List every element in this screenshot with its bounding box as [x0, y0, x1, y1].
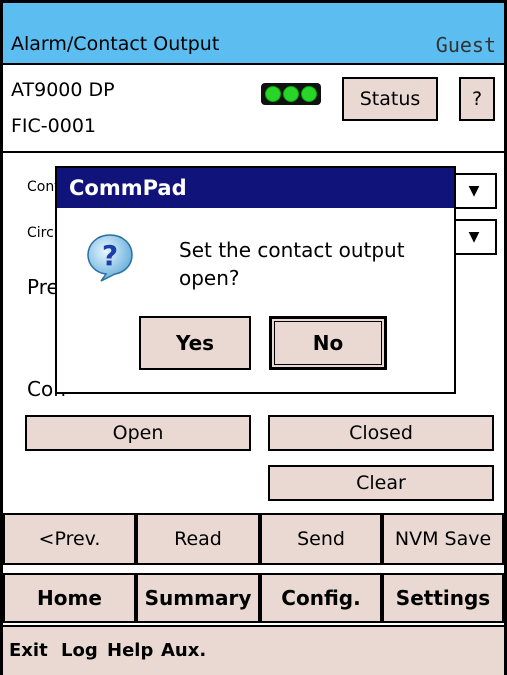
- device-tag: FIC-0001: [11, 115, 97, 137]
- svg-text:?: ?: [102, 239, 118, 272]
- closed-button[interactable]: Closed: [268, 415, 494, 451]
- clear-button[interactable]: Clear: [268, 465, 494, 501]
- dialog-message: Set the contact output open?: [179, 236, 405, 292]
- tab-config[interactable]: Config.: [260, 573, 382, 623]
- tab-settings[interactable]: Settings: [382, 573, 504, 623]
- menu-aux[interactable]: Aux.: [161, 640, 206, 661]
- action-bar: <Prev. Read Send NVM Save: [3, 513, 504, 565]
- help-button[interactable]: ?: [459, 77, 495, 121]
- device-header: AT9000 DP FIC-0001 Status ?: [3, 65, 504, 153]
- menu-bar: Exit Log Help Aux.: [3, 625, 504, 675]
- status-button[interactable]: Status: [342, 77, 438, 121]
- menu-exit[interactable]: Exit: [9, 640, 48, 661]
- dialog-title: CommPad: [57, 168, 454, 208]
- no-button[interactable]: No: [269, 316, 387, 370]
- menu-help[interactable]: Help: [107, 640, 153, 661]
- circuit-dropdown[interactable]: ▼: [451, 219, 497, 255]
- device-model: AT9000 DP: [11, 79, 115, 101]
- contact-dropdown[interactable]: ▼: [451, 173, 497, 209]
- tab-home[interactable]: Home: [3, 573, 136, 623]
- confirm-dialog: CommPad ? Set the contact output open? Y…: [55, 166, 456, 394]
- prev-button[interactable]: <Prev.: [3, 513, 136, 565]
- user-label: Guest: [435, 33, 496, 57]
- chevron-down-icon: ▼: [468, 183, 480, 199]
- question-icon: ?: [87, 234, 133, 282]
- menu-log[interactable]: Log: [61, 640, 98, 661]
- tab-bar: Home Summary Config. Settings: [3, 573, 504, 623]
- status-led-icon: [261, 83, 321, 105]
- title-bar: Alarm/Contact Output Guest: [3, 3, 504, 65]
- send-button[interactable]: Send: [260, 513, 382, 565]
- chevron-down-icon: ▼: [468, 229, 480, 245]
- app-screen: Alarm/Contact Output Guest AT9000 DP FIC…: [0, 0, 507, 675]
- dialog-message-line2: open?: [179, 266, 240, 290]
- tab-summary[interactable]: Summary: [136, 573, 260, 623]
- read-button[interactable]: Read: [136, 513, 260, 565]
- nvm-save-button[interactable]: NVM Save: [382, 513, 504, 565]
- open-button[interactable]: Open: [25, 415, 251, 451]
- yes-button[interactable]: Yes: [139, 316, 251, 370]
- dialog-message-line1: Set the contact output: [179, 238, 405, 262]
- page-title: Alarm/Contact Output: [11, 33, 220, 55]
